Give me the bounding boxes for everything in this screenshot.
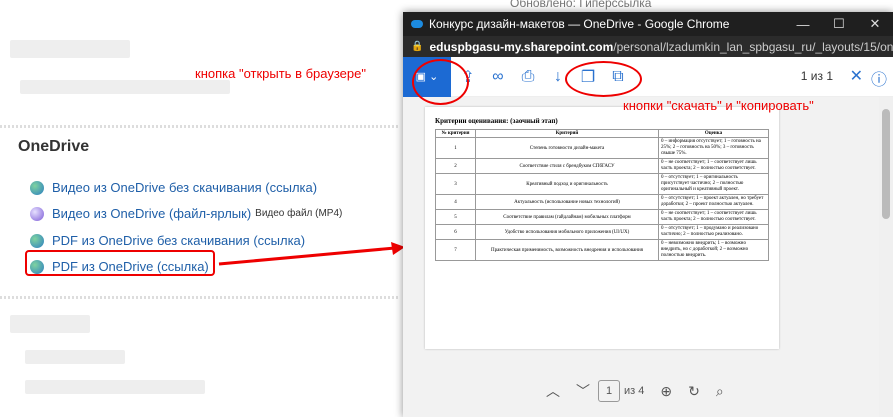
page-total: из 4 xyxy=(624,385,645,397)
page-navigator: ︿ ﹀ 1 из 4 ⊕ ↻ ⌕ xyxy=(538,380,732,402)
table-cell: 0 – не соответствует; 1 – соответствует … xyxy=(658,158,769,174)
blurred-text xyxy=(10,40,130,58)
blurred-text xyxy=(20,80,230,94)
annotation-open-browser: кнопка "открыть в браузере" xyxy=(195,66,366,81)
table-row: 4 Актуальность (использование новых техно… xyxy=(435,194,769,210)
section-title: OneDrive xyxy=(18,138,90,155)
table-cell: 6 xyxy=(435,224,476,240)
item-label[interactable]: Видео из OneDrive без скачивания (ссылка… xyxy=(52,180,317,195)
item-type: Видео файл (MP4) xyxy=(255,208,343,219)
close-icon[interactable]: ✕ xyxy=(850,66,863,86)
table-cell: 2 xyxy=(435,158,476,174)
window-title: Конкурс дизайн-макетов — OneDrive - Goog… xyxy=(429,17,730,31)
table-row: 7 Практическая применимость, возможность … xyxy=(435,239,769,261)
chevron-up-icon[interactable]: ︿ xyxy=(546,381,560,401)
table-header: № критерия xyxy=(435,129,476,138)
table-cell: 5 xyxy=(435,209,476,225)
table-header: Оценка xyxy=(658,129,769,138)
table-cell: Креативный подход и оригинальность xyxy=(475,173,659,195)
lock-icon: 🔒 xyxy=(411,41,424,52)
zoom-in-icon[interactable]: ⊕ xyxy=(660,383,672,400)
viewer-toolbar: ▣ ⌄ ⇪ ∞ ⎙ ↓ ❐ ⧉ 1 из 1 ✕ ⓘ xyxy=(403,56,893,97)
table-cell: 0 – не соответствует; 1 – соответствует … xyxy=(658,209,769,225)
table-cell: Удобство использования мобильного прилож… xyxy=(475,224,659,240)
chevron-down-icon[interactable]: ﹀ xyxy=(576,381,590,401)
highlight-download-copy xyxy=(565,61,642,97)
table-cell: 0 – невозможно внедрить; 1 – возможно вн… xyxy=(658,239,769,261)
onedrive-icon xyxy=(30,233,44,248)
table-cell: Степень готовности дизайн-макета xyxy=(475,137,659,159)
print-icon[interactable]: ⎙ xyxy=(515,68,541,86)
search-icon[interactable]: ⌕ xyxy=(716,383,724,400)
title-bar: Конкурс дизайн-макетов — OneDrive - Goog… xyxy=(403,12,893,36)
shortcut-icon xyxy=(30,206,44,221)
blurred-text xyxy=(25,350,125,364)
scrollbar-thumb[interactable] xyxy=(882,109,890,219)
table-cell: Соответствие стиля с брендбуком СПбГАСУ xyxy=(475,158,659,174)
list-item[interactable]: Видео из OneDrive (файл-ярлык) Видео фай… xyxy=(30,206,342,221)
criteria-table: № критерия Критерий Оценка 1 Степень гото… xyxy=(435,129,769,261)
url-host: eduspbgasu-my.sharepoint.com xyxy=(429,39,614,54)
table-row: 1 Степень готовности дизайн-макета 0 – инф… xyxy=(435,137,769,159)
list-item[interactable]: Видео из OneDrive без скачивания (ссылка… xyxy=(30,180,317,195)
divider xyxy=(0,296,400,299)
table-cell: 0 – отсутствует; 1 – оригинальность прис… xyxy=(658,173,769,195)
browser-window: Конкурс дизайн-макетов — OneDrive - Goog… xyxy=(403,12,893,417)
close-window-icon[interactable]: ✕ xyxy=(857,16,893,32)
onedrive-icon xyxy=(30,180,44,195)
table-row: 6 Удобство использования мобильного прило… xyxy=(435,224,769,240)
table-cell: 3 xyxy=(435,173,476,195)
table-cell: 0 – отсутствует; 1 – проект актуален, но… xyxy=(658,194,769,210)
table-row: 3 Креативный подход и оригинальность 0 – о… xyxy=(435,173,769,195)
page-counter: 1 из 1 xyxy=(800,69,833,83)
table-row: 5 Соответствие правилам (гайдлайнам) моби… xyxy=(435,209,769,225)
info-icon[interactable]: ⓘ xyxy=(871,66,887,90)
document-viewer: Критерии оценивания: (заочный этап) № кр… xyxy=(403,97,893,417)
table-cell: 4 xyxy=(435,194,476,210)
document-page: Критерии оценивания: (заочный этап) № кр… xyxy=(425,107,779,349)
table-cell: 0 – информация отсутствует; 1 – готовнос… xyxy=(658,137,769,159)
maximize-icon[interactable]: ☐ xyxy=(821,16,857,32)
blurred-text xyxy=(10,315,90,333)
table-cell: 1 xyxy=(435,137,476,159)
table-cell: 0 – отсутствует; 1 – продумано и реализо… xyxy=(658,224,769,240)
rotate-icon[interactable]: ↻ xyxy=(688,383,700,400)
table-cell: Актуальность (использование новых технол… xyxy=(475,194,659,210)
annotation-download-copy: кнопки "скачать" и "копировать" xyxy=(623,98,814,113)
table-cell: Практическая применимость, возможность в… xyxy=(475,239,659,261)
address-bar[interactable]: 🔒 eduspbgasu-my.sharepoint.com /personal… xyxy=(403,36,893,57)
page-number-input[interactable]: 1 xyxy=(598,380,620,402)
scrollbar[interactable] xyxy=(879,97,893,417)
item-label[interactable]: Видео из OneDrive (файл-ярлык) xyxy=(52,206,251,221)
table-row: 2 Соответствие стиля с брендбуком СПбГАСУ… xyxy=(435,158,769,174)
divider xyxy=(0,125,400,128)
table-cell: Соответствие правилам (гайдлайнам) мобил… xyxy=(475,209,659,225)
table-header: Критерий xyxy=(475,129,659,138)
table-cell: 7 xyxy=(435,239,476,261)
url-path: /personal/lzadumkin_lan_spbgasu_ru/_layo… xyxy=(613,39,893,54)
blurred-text xyxy=(25,380,205,394)
arrow-icon xyxy=(218,242,405,266)
minimize-icon[interactable]: — xyxy=(785,17,821,32)
highlight-open-button xyxy=(412,59,469,105)
onedrive-cloud-icon xyxy=(411,20,423,28)
link-icon[interactable]: ∞ xyxy=(485,68,511,86)
top-banner: Обновлено: Гиперссылка xyxy=(510,0,652,10)
highlight-box xyxy=(25,250,215,276)
doc-heading: Критерии оценивания: (заочный этап) xyxy=(435,117,558,125)
